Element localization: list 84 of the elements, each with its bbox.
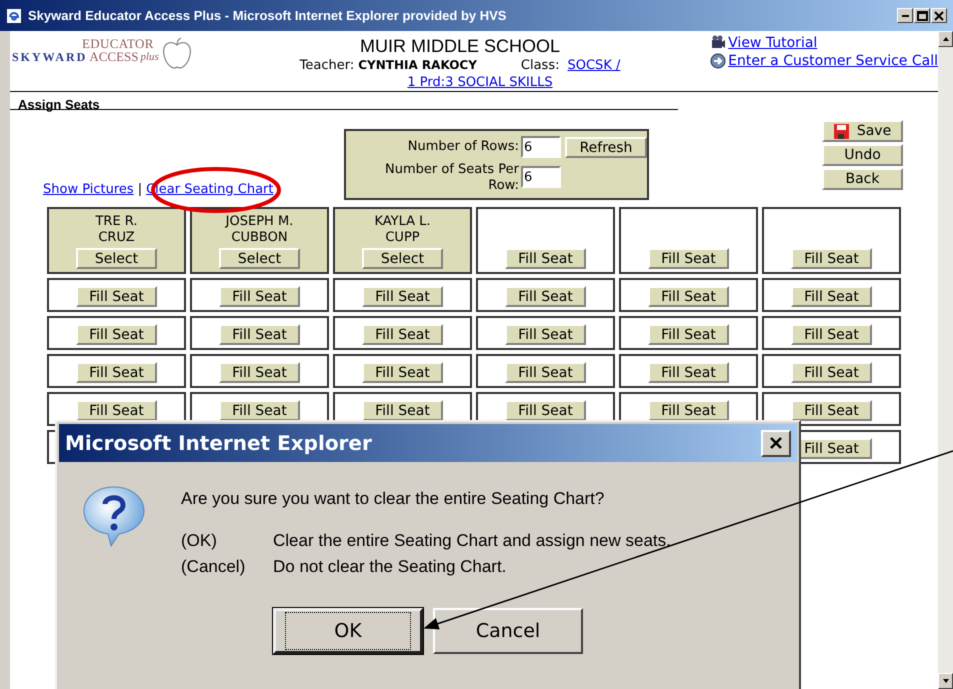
student-first-name: JOSEPH M.: [226, 214, 294, 230]
fill-seat-button[interactable]: Fill Seat: [76, 324, 157, 345]
show-pictures-link[interactable]: Show Pictures: [43, 180, 134, 199]
page-title: Assign Seats: [18, 97, 100, 112]
logo-text: SKYWARD: [12, 50, 88, 64]
arrow-circle-icon: [710, 53, 726, 69]
fill-seat-button[interactable]: Fill Seat: [219, 400, 300, 421]
option-key: (OK): [181, 528, 273, 554]
save-button[interactable]: Save: [822, 120, 903, 142]
student-last-name: CUBBON: [231, 230, 288, 246]
fill-seat-button[interactable]: Fill Seat: [505, 400, 586, 421]
fill-seat-button[interactable]: Fill Seat: [791, 286, 872, 307]
scrollbar[interactable]: [938, 31, 953, 689]
fill-seat-button[interactable]: Fill Seat: [791, 324, 872, 345]
dialog-title: Microsoft Internet Explorer: [65, 430, 372, 457]
fill-seat-button[interactable]: Fill Seat: [648, 362, 729, 383]
teacher-label: Teacher:: [300, 58, 354, 74]
option-key: (Cancel): [181, 554, 273, 580]
fill-seat-button[interactable]: Fill Seat: [76, 286, 157, 307]
window-title: Skyward Educator Access Plus - Microsoft Internet Explorer provided by HVS: [28, 6, 506, 25]
fill-seat-button[interactable]: Fill Seat: [362, 400, 443, 421]
dialog-message: Are you sure you want to clear the entire Seating Chart?: [181, 488, 606, 510]
close-button[interactable]: [931, 8, 947, 23]
fill-seat-button[interactable]: Fill Seat: [505, 248, 586, 269]
apple-icon: [160, 37, 193, 71]
rows-label: Number of Rows:: [408, 138, 519, 156]
class-label: Class:: [520, 58, 560, 74]
fill-seat-button[interactable]: Fill Seat: [362, 286, 443, 307]
logo-text: EDUCATOR: [82, 37, 155, 50]
fill-seat-button[interactable]: Fill Seat: [505, 324, 586, 345]
action-button[interactable]: Undo: [822, 144, 903, 166]
fill-seat-button[interactable]: Fill Seat: [362, 324, 443, 345]
minimize-button[interactable]: [897, 8, 913, 23]
school-name: MUIR MIDDLE SCHOOL: [360, 35, 560, 57]
student-last-name: CRUZ: [98, 230, 135, 246]
select-button[interactable]: Select: [362, 248, 443, 269]
fill-seat-button[interactable]: Fill Seat: [219, 324, 300, 345]
rows-input[interactable]: 6: [521, 136, 561, 158]
help-link[interactable]: Enter a Customer Service Call: [728, 53, 938, 69]
scroll-up-button[interactable]: [938, 31, 953, 47]
fill-seat-button[interactable]: Fill Seat: [648, 324, 729, 345]
teacher-name: CYNTHIA RAKOCY: [358, 57, 477, 73]
class-link[interactable]: SOCSK /: [568, 58, 620, 74]
action-button[interactable]: Back: [822, 168, 903, 190]
fill-seat-button[interactable]: Fill Seat: [791, 362, 872, 383]
minimize-icon: [900, 14, 910, 16]
student-first-name: KAYLA L.: [374, 214, 431, 230]
help-link[interactable]: View Tutorial: [728, 35, 818, 51]
option-description: Do not clear the Seating Chart.: [273, 556, 508, 578]
close-icon: [934, 10, 944, 20]
refresh-button[interactable]: Refresh: [565, 137, 647, 158]
fill-seat-button[interactable]: Fill Seat: [648, 248, 729, 269]
fill-seat-button[interactable]: Fill Seat: [505, 362, 586, 383]
student-last-name: CUPP: [385, 230, 420, 246]
fill-seat-button[interactable]: Fill Seat: [362, 362, 443, 383]
maximize-button[interactable]: [914, 8, 930, 23]
dialog-button[interactable]: OK: [273, 608, 423, 654]
browser-icon: [6, 8, 22, 24]
scroll-down-button[interactable]: [938, 673, 953, 689]
logo-text: ACCESS: [89, 50, 138, 64]
fill-seat-button[interactable]: Fill Seat: [219, 362, 300, 383]
close-icon: [769, 436, 783, 450]
fill-seat-button[interactable]: Fill Seat: [791, 248, 872, 269]
projector-icon: [710, 35, 726, 51]
student-first-name: TRE R.: [95, 214, 138, 230]
fill-seat-button[interactable]: Fill Seat: [791, 400, 872, 421]
fill-seat-button[interactable]: Fill Seat: [505, 286, 586, 307]
fill-seat-button[interactable]: Fill Seat: [648, 286, 729, 307]
logo-text: plus: [140, 50, 159, 64]
fill-seat-button[interactable]: Fill Seat: [76, 400, 157, 421]
seats-per-row-label: Number of Seats Per Row:: [384, 162, 519, 194]
select-button[interactable]: Select: [76, 248, 157, 269]
question-icon: [81, 484, 147, 550]
option-description: Clear the entire Seating Chart and assign new seats.: [273, 530, 671, 552]
fill-seat-button[interactable]: Fill Seat: [76, 362, 157, 383]
class-link[interactable]: 1 Prd:3 SOCIAL SKILLS: [407, 74, 553, 91]
close-button[interactable]: [761, 430, 791, 456]
link-separator: |: [138, 180, 142, 198]
select-button[interactable]: Select: [219, 248, 300, 269]
fill-seat-button[interactable]: Fill Seat: [219, 286, 300, 307]
dialog-button[interactable]: Cancel: [433, 608, 583, 654]
seats-per-row-input[interactable]: 6: [521, 166, 561, 188]
maximize-icon: [916, 10, 928, 20]
fill-seat-button[interactable]: Fill Seat: [648, 400, 729, 421]
